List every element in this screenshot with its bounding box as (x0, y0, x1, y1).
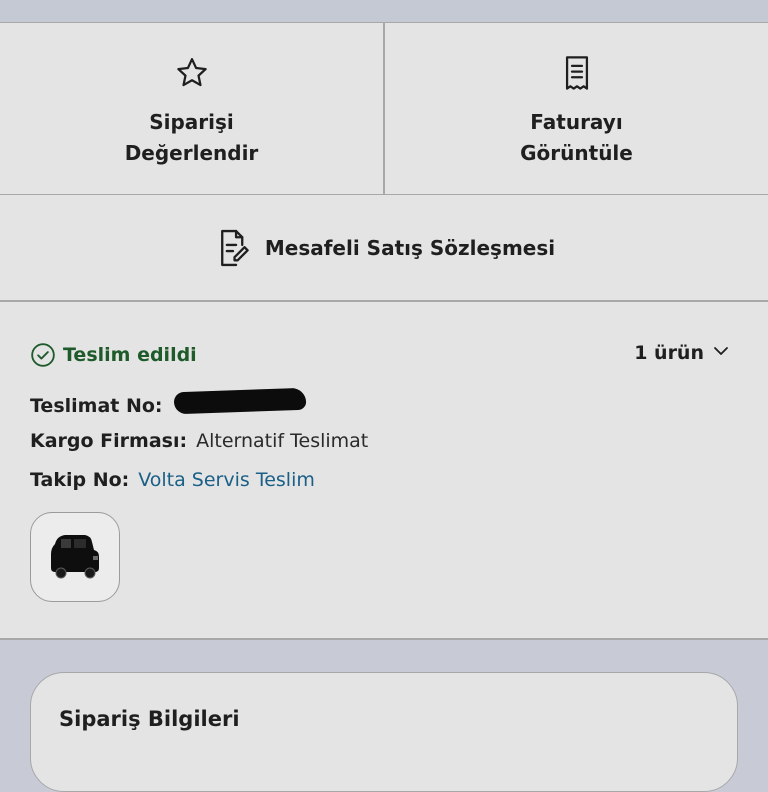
receipt-icon (557, 53, 597, 93)
delivery-no-row: Teslimat No: (30, 387, 306, 417)
view-invoice-label: Faturayı Görüntüle (520, 110, 633, 165)
star-icon (172, 53, 212, 93)
item-count: 1 ürün (634, 342, 704, 364)
item-count-toggle[interactable]: 1 ürün (634, 342, 730, 364)
redacted-delivery-no (173, 387, 306, 415)
order-actions: Siparişi Değerlendir Faturayı Görüntüle (0, 22, 768, 195)
order-info-title: Sipariş Bilgileri (59, 707, 240, 731)
tracking-label: Takip No: (30, 469, 130, 491)
tracking-link[interactable]: Volta Servis Teslim (138, 469, 315, 491)
delivery-status: Teslim edildi (30, 342, 197, 368)
distance-sales-contract-button[interactable]: Mesafeli Satış Sözleşmesi (0, 195, 768, 302)
tracking-row: Takip No: Volta Servis Teslim (30, 469, 315, 491)
cargo-value: Alternatif Teslimat (196, 430, 369, 452)
chevron-down-icon (712, 342, 730, 364)
cargo-company-row: Kargo Firması: Alternatif Teslimat (30, 430, 368, 452)
top-band (0, 0, 768, 22)
status-text: Teslim edildi (63, 344, 197, 366)
delivery-no-label: Teslimat No: (30, 395, 163, 417)
document-edit-icon (213, 228, 253, 268)
view-invoice-button[interactable]: Faturayı Görüntüle (383, 23, 768, 194)
vehicle-icon (47, 530, 103, 584)
check-circle-icon (30, 342, 56, 368)
product-thumbnail[interactable] (30, 512, 120, 602)
order-info-card: Sipariş Bilgileri (30, 672, 738, 792)
shipment-card: Teslim edildi 1 ürün Teslimat No: Kargo … (0, 302, 768, 640)
rate-order-label: Siparişi Değerlendir (124, 110, 259, 165)
contract-label: Mesafeli Satış Sözleşmesi (264, 235, 556, 260)
rate-order-button[interactable]: Siparişi Değerlendir (0, 23, 383, 194)
cargo-label: Kargo Firması: (30, 430, 188, 452)
